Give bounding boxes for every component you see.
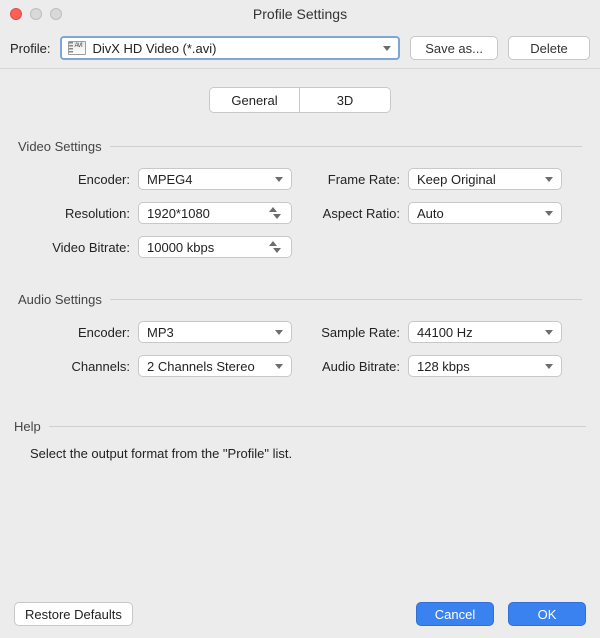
chevron-down-icon — [545, 364, 553, 369]
footer: Restore Defaults Cancel OK — [0, 590, 600, 638]
video-encoder-select[interactable]: MPEG4 — [138, 168, 292, 190]
profile-select[interactable]: DivX HD Video (*.avi) — [60, 36, 400, 60]
tab-3d[interactable]: 3D — [300, 88, 390, 112]
divider — [110, 299, 582, 300]
resolution-select[interactable]: 1920*1080 — [138, 202, 292, 224]
segmented-control: General 3D — [209, 87, 391, 113]
video-encoder-label: Encoder: — [18, 172, 130, 187]
divider — [110, 146, 582, 147]
sample-rate-value: 44100 Hz — [417, 325, 473, 340]
chevron-down-icon — [378, 46, 396, 51]
chevron-down-icon — [275, 330, 283, 335]
close-icon[interactable] — [10, 8, 22, 20]
titlebar: Profile Settings — [0, 0, 600, 28]
audio-bitrate-value: 128 kbps — [417, 359, 470, 374]
chevron-down-icon — [545, 330, 553, 335]
chevron-up-down-icon — [269, 241, 285, 253]
frame-rate-value: Keep Original — [417, 172, 496, 187]
chevron-up-down-icon — [269, 207, 285, 219]
profile-label: Profile: — [10, 41, 50, 56]
delete-button[interactable]: Delete — [508, 36, 590, 60]
resolution-value: 1920*1080 — [147, 206, 210, 221]
channels-value: 2 Channels Stereo — [147, 359, 255, 374]
video-encoder-value: MPEG4 — [147, 172, 193, 187]
resolution-label: Resolution: — [18, 206, 130, 221]
restore-defaults-button[interactable]: Restore Defaults — [14, 602, 133, 626]
window-controls — [0, 8, 62, 20]
profile-value: DivX HD Video (*.avi) — [92, 41, 378, 56]
tab-bar: General 3D — [0, 79, 600, 131]
audio-encoder-value: MP3 — [147, 325, 174, 340]
help-title: Help — [14, 419, 41, 434]
cancel-button[interactable]: Cancel — [416, 602, 494, 626]
sample-rate-label: Sample Rate: — [312, 325, 400, 340]
video-bitrate-value: 10000 kbps — [147, 240, 214, 255]
chevron-down-icon — [275, 177, 283, 182]
content: General 3D Video Settings Encoder: MPEG4… — [0, 69, 600, 471]
profile-toolbar: Profile: DivX HD Video (*.avi) Save as..… — [0, 28, 600, 69]
help-group: Help Select the output format from the "… — [0, 419, 600, 461]
audio-encoder-select[interactable]: MP3 — [138, 321, 292, 343]
aspect-ratio-value: Auto — [417, 206, 444, 221]
frame-rate-label: Frame Rate: — [312, 172, 400, 187]
audio-settings-header: Audio Settings — [18, 292, 582, 307]
minimize-icon — [30, 8, 42, 20]
divider — [49, 426, 586, 427]
avi-file-icon — [68, 41, 86, 55]
audio-bitrate-label: Audio Bitrate: — [312, 359, 400, 374]
aspect-ratio-label: Aspect Ratio: — [312, 206, 400, 221]
sample-rate-select[interactable]: 44100 Hz — [408, 321, 562, 343]
help-header: Help — [14, 419, 586, 434]
channels-label: Channels: — [18, 359, 130, 374]
audio-settings-group: Audio Settings Encoder: MP3 Sample Rate:… — [0, 292, 600, 389]
chevron-down-icon — [545, 211, 553, 216]
audio-settings-title: Audio Settings — [18, 292, 102, 307]
video-settings-title: Video Settings — [18, 139, 102, 154]
ok-button[interactable]: OK — [508, 602, 586, 626]
audio-encoder-label: Encoder: — [18, 325, 130, 340]
chevron-down-icon — [275, 364, 283, 369]
help-text: Select the output format from the "Profi… — [14, 446, 586, 461]
tab-general[interactable]: General — [210, 88, 300, 112]
chevron-down-icon — [545, 177, 553, 182]
save-as-button[interactable]: Save as... — [410, 36, 498, 60]
frame-rate-select[interactable]: Keep Original — [408, 168, 562, 190]
audio-bitrate-select[interactable]: 128 kbps — [408, 355, 562, 377]
video-bitrate-select[interactable]: 10000 kbps — [138, 236, 292, 258]
aspect-ratio-select[interactable]: Auto — [408, 202, 562, 224]
zoom-icon — [50, 8, 62, 20]
channels-select[interactable]: 2 Channels Stereo — [138, 355, 292, 377]
window-title: Profile Settings — [0, 6, 600, 22]
video-settings-header: Video Settings — [18, 139, 582, 154]
video-settings-group: Video Settings Encoder: MPEG4 Frame Rate… — [0, 139, 600, 270]
video-bitrate-label: Video Bitrate: — [18, 240, 130, 255]
